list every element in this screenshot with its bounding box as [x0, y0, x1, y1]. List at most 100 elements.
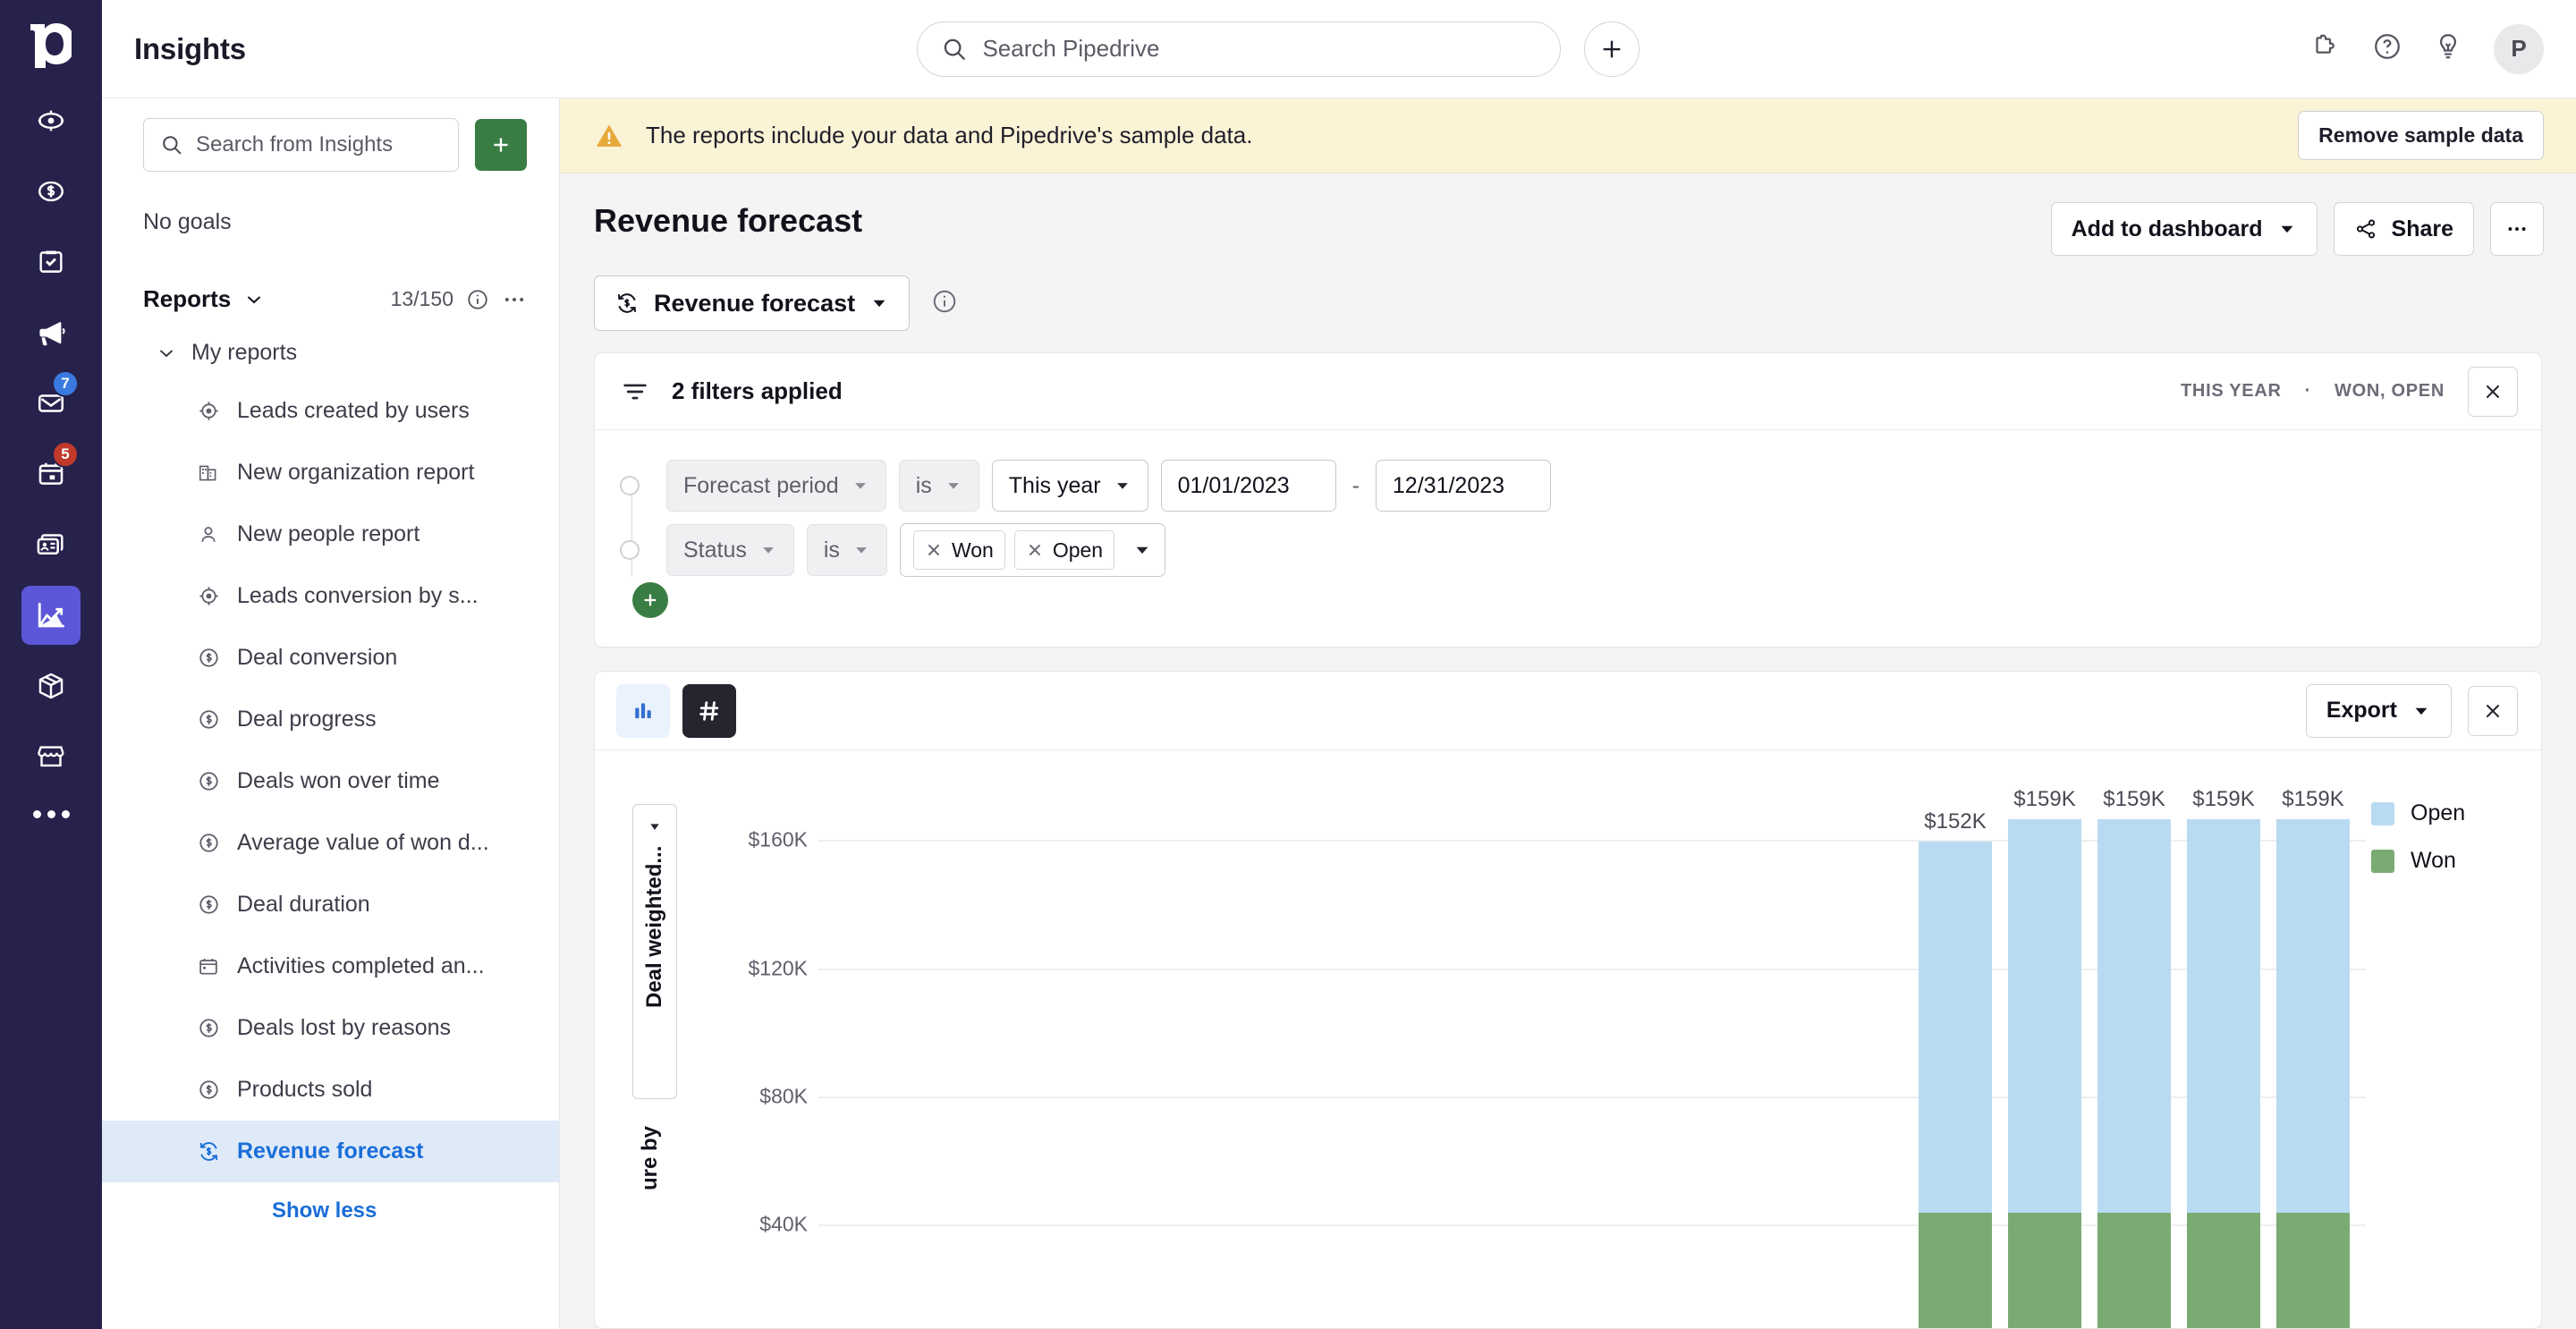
list-item[interactable]: Activities completed an...: [102, 935, 559, 997]
sidebar-item-revenue-forecast[interactable]: Revenue forecast: [102, 1121, 559, 1182]
list-item[interactable]: Average value of won d...: [102, 812, 559, 874]
share-button[interactable]: Share: [2333, 202, 2474, 256]
remove-sample-data-button[interactable]: Remove sample data: [2298, 111, 2544, 160]
more-icon[interactable]: [32, 810, 70, 818]
list-item[interactable]: Deal duration: [102, 874, 559, 935]
bar-segment-open[interactable]: [1919, 842, 1992, 1213]
sidebar-item-activities[interactable]: [21, 233, 80, 292]
view-chart-button[interactable]: [616, 683, 670, 738]
sidebar-item-mail[interactable]: 7: [21, 370, 80, 433]
filter-tag-open[interactable]: Open: [1013, 530, 1115, 570]
filter-date-from-input[interactable]: 01/01/2023: [1160, 460, 1336, 512]
filter-field-select[interactable]: Forecast period: [666, 460, 886, 512]
bar-segment-open[interactable]: [2187, 819, 2260, 1213]
bar-column[interactable]: $152K: [1919, 809, 1992, 1328]
filter-status-multiselect[interactable]: Won Open: [899, 523, 1166, 577]
bar-segment-won[interactable]: [2097, 1213, 2171, 1328]
reports-label: Reports: [143, 285, 232, 312]
puzzle-icon[interactable]: [2311, 31, 2342, 66]
view-numbers-button[interactable]: [682, 683, 736, 738]
sidebar-item-calendar[interactable]: 5: [21, 441, 80, 504]
reports-more-icon[interactable]: [502, 287, 527, 312]
bar-value-label: $159K: [2103, 787, 2165, 811]
list-item[interactable]: New organization report: [102, 442, 559, 504]
list-item[interactable]: Leads created by users: [102, 380, 559, 442]
filter-tag-label: Won: [951, 538, 994, 562]
sidebar-item-leads[interactable]: [21, 91, 80, 150]
banner-text: The reports include your data and Pipedr…: [646, 122, 1253, 148]
add-to-dashboard-button[interactable]: Add to dashboard: [2050, 202, 2318, 256]
list-item[interactable]: Products sold: [102, 1059, 559, 1121]
report-header: Revenue forecast Add to dashboard Share: [560, 174, 2576, 256]
filter-date-to-input[interactable]: 12/31/2023: [1375, 460, 1551, 512]
report-more-button[interactable]: [2490, 202, 2544, 256]
lightbulb-icon[interactable]: [2433, 31, 2463, 66]
y-axis-title-secondary: ure by: [638, 1126, 662, 1191]
list-item[interactable]: Deals won over time: [102, 750, 559, 812]
chart-toolbar-right: Export: [2305, 683, 2518, 738]
show-less-link[interactable]: Show less: [102, 1198, 559, 1223]
bar-column[interactable]: $159K: [2276, 787, 2350, 1328]
filters-card: 2 filters applied THIS YEAR · WON, OPEN: [594, 352, 2542, 648]
bar-segment-open[interactable]: [2008, 819, 2081, 1213]
chevron-down-icon[interactable]: [1132, 540, 1152, 560]
deal-icon: [196, 893, 221, 917]
filter-field-select[interactable]: Status: [666, 524, 794, 576]
search-input[interactable]: Search Pipedrive: [917, 21, 1562, 77]
list-item[interactable]: Deal conversion: [102, 627, 559, 689]
sidebar-item-deals[interactable]: [21, 162, 80, 221]
bar-segment-won[interactable]: [1919, 1213, 1992, 1328]
expand-icon: [650, 824, 659, 830]
my-reports-group[interactable]: My reports: [102, 313, 559, 366]
bar-segment-open[interactable]: [2097, 819, 2171, 1213]
sidebar-item-contacts[interactable]: [21, 515, 80, 574]
export-button[interactable]: Export: [2305, 683, 2452, 738]
sidebar-item-marketplace[interactable]: [21, 727, 80, 786]
close-chart-button[interactable]: [2468, 685, 2518, 736]
add-filter-button[interactable]: [632, 582, 668, 618]
bar-column[interactable]: $159K: [2097, 787, 2171, 1328]
sidebar-item-products[interactable]: [21, 656, 80, 715]
help-icon[interactable]: [2372, 31, 2402, 66]
legend-item-won[interactable]: Won: [2371, 848, 2541, 874]
bar-segment-open[interactable]: [2276, 819, 2350, 1213]
sample-data-banner: The reports include your data and Pipedr…: [560, 98, 2576, 174]
y-axis-title[interactable]: Deal weighted...: [632, 804, 677, 1099]
chevron-down-icon: [947, 483, 959, 489]
pipedrive-logo[interactable]: [23, 16, 79, 72]
report-type-select[interactable]: Revenue forecast: [594, 275, 911, 331]
insights-search-input[interactable]: Search from Insights: [143, 118, 459, 172]
filter-operator-select[interactable]: is: [806, 524, 887, 576]
sidebar-item-insights[interactable]: [21, 586, 80, 645]
create-report-button[interactable]: [475, 119, 527, 171]
info-icon[interactable]: [466, 288, 489, 311]
report-info-icon[interactable]: [931, 288, 958, 319]
filter-icon: [623, 384, 647, 399]
bar-segment-won[interactable]: [2276, 1213, 2350, 1328]
legend-label: Open: [2411, 800, 2466, 825]
bar-segment-won[interactable]: [2187, 1213, 2260, 1328]
avatar[interactable]: P: [2494, 23, 2544, 74]
filter-tag-won[interactable]: Won: [912, 530, 1005, 570]
list-item-label: New people report: [237, 521, 420, 546]
deal-icon: [196, 1078, 221, 1102]
chevron-down-icon[interactable]: [243, 289, 265, 310]
legend-item-open[interactable]: Open: [2371, 800, 2541, 826]
filter-operator-label: is: [823, 537, 840, 563]
bar-column[interactable]: $159K: [2008, 787, 2081, 1328]
list-item[interactable]: Deal progress: [102, 689, 559, 750]
close-filters-button[interactable]: [2468, 366, 2518, 417]
bar-column[interactable]: $159K: [2187, 787, 2260, 1328]
list-item[interactable]: Deals lost by reasons: [102, 997, 559, 1059]
my-reports-label: My reports: [191, 340, 298, 365]
list-item[interactable]: Leads conversion by s...: [102, 565, 559, 627]
filter-operator-select[interactable]: is: [898, 460, 979, 512]
list-item-label: Deal conversion: [237, 645, 398, 670]
export-label: Export: [2326, 698, 2397, 723]
bar-segment-won[interactable]: [2008, 1213, 2081, 1328]
list-item[interactable]: New people report: [102, 504, 559, 565]
filter-period-select[interactable]: This year: [991, 460, 1148, 512]
sidebar-item-campaigns[interactable]: [21, 303, 80, 362]
plus-icon: [494, 138, 508, 152]
add-button[interactable]: [1584, 21, 1640, 77]
